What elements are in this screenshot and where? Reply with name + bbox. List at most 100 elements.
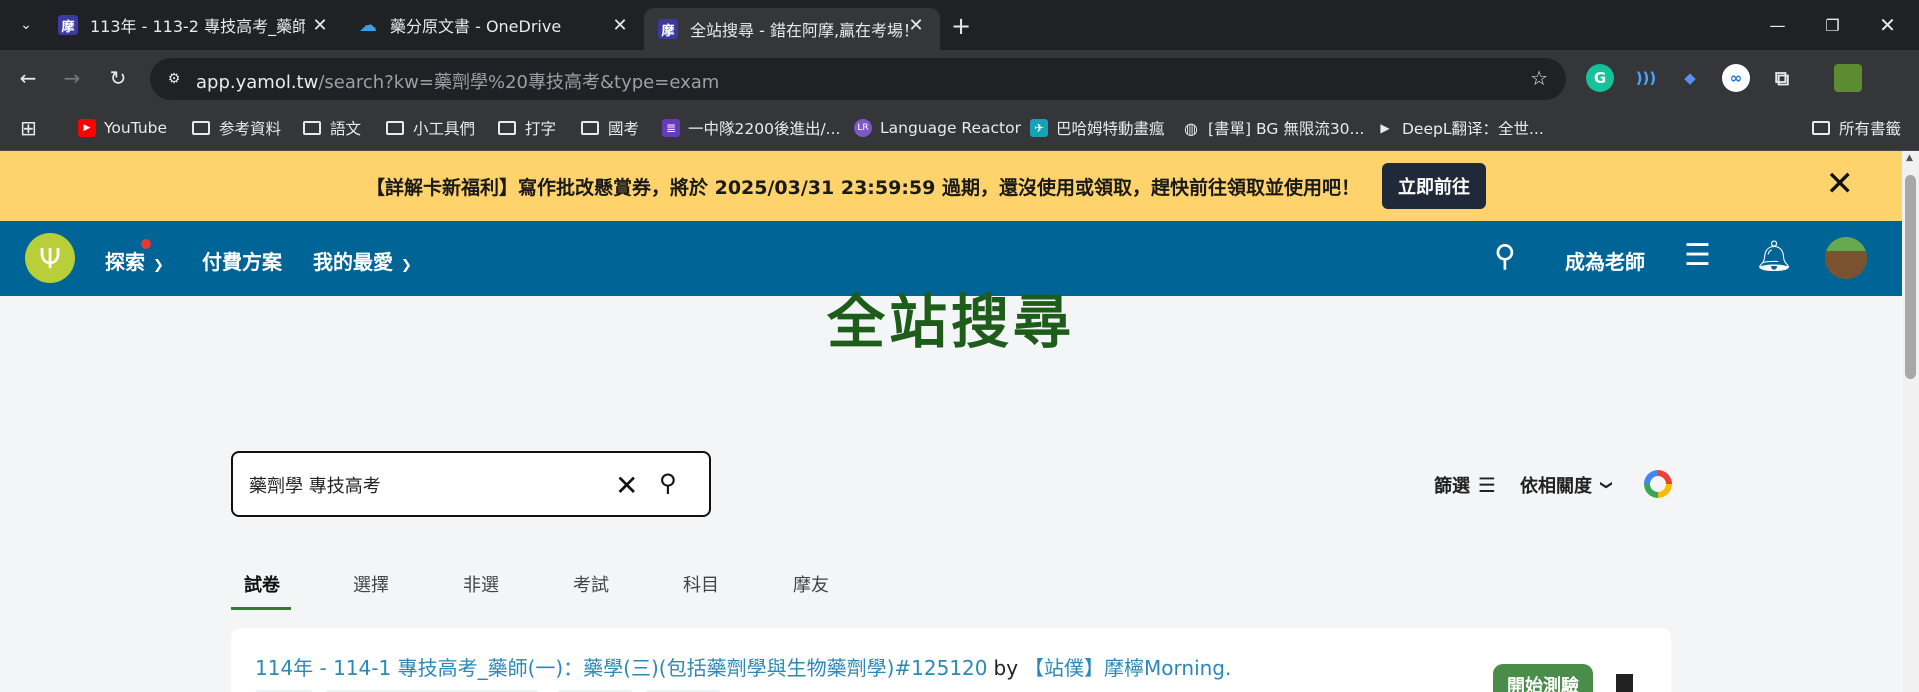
list-menu-icon[interactable]: ☰	[1684, 238, 1711, 273]
list-icon: ≣	[662, 119, 680, 137]
lr-icon: LR	[854, 119, 872, 137]
bookmark-language-reactor[interactable]: LR Language Reactor	[854, 116, 1021, 140]
close-icon[interactable]: ✕	[1826, 167, 1855, 201]
avatar[interactable]	[1825, 237, 1867, 279]
folder-icon	[1812, 121, 1830, 135]
restore-icon[interactable]: ❐	[1805, 0, 1860, 50]
browser-tab-2[interactable]: ☁ 藥分原文書 - OneDrive ✕	[344, 8, 644, 42]
yamol-favicon-icon: 摩	[658, 19, 678, 39]
incognito-mask-icon[interactable]: ∞	[1722, 64, 1750, 92]
tab-exam-papers[interactable]: 試卷	[244, 571, 280, 597]
tab-strip: ⌄ 摩 113年 - 113-2 專技高考_藥師(一 ✕ ☁ 藥分原文書 - O…	[0, 0, 1919, 50]
result-title: 114年 - 114-1 專技高考_藥師(一)：藥學(三)(包括藥劑學與生物藥劑…	[255, 656, 1232, 680]
close-tab-icon[interactable]: ✕	[310, 15, 330, 36]
bookmark-folder-language[interactable]: 語文	[303, 116, 361, 140]
notification-dot	[141, 239, 151, 249]
tab-subjects[interactable]: 科目	[683, 571, 719, 597]
scrollbar-thumb[interactable]	[1905, 175, 1916, 379]
google-icon[interactable]	[1644, 470, 1672, 498]
yamol-favicon-icon: 摩	[58, 15, 78, 35]
bookmark-bahamut[interactable]: ✈ 巴哈姆特動畫瘋	[1030, 116, 1165, 140]
become-teacher-link[interactable]: 成為老師	[1565, 246, 1645, 275]
deepl-icon: ▶	[1380, 121, 1390, 135]
close-window-icon[interactable]: ✕	[1860, 0, 1915, 50]
tab-multiple-choice[interactable]: 選擇	[353, 571, 389, 597]
youtube-icon: ▶	[78, 119, 96, 137]
bookmark-star-icon[interactable]: ☆	[1530, 66, 1548, 90]
tab-search-chevron-icon[interactable]: ⌄	[14, 13, 38, 37]
bookmark-list[interactable]: ≣ 一中隊2200後進出/...	[662, 116, 840, 140]
folder-icon	[498, 121, 516, 135]
search-icon[interactable]: ⚲	[1494, 239, 1516, 274]
page-scrollbar[interactable]: ▲	[1902, 151, 1919, 692]
browser-toolbar: ← → ↻ ⚙ app.yamol.tw/search?kw=藥劑學%20專技高…	[0, 50, 1919, 106]
url-text[interactable]: app.yamol.tw/search?kw=藥劑學%20專技高考&type=e…	[196, 68, 719, 94]
nav-explore[interactable]: 探索 ❯	[105, 246, 164, 275]
web-page: 【詳解卡新福利】寫作批改懸賞券，將於 2025/03/31 23:59:59 過…	[0, 151, 1902, 692]
globe-icon: ◍	[1184, 118, 1198, 138]
tab-title: 113年 - 113-2 專技高考_藥師(一	[90, 17, 305, 36]
chevron-down-icon: ❯	[401, 258, 412, 273]
search-submit-icon[interactable]: ⚲	[659, 469, 677, 497]
extensions-puzzle-icon[interactable]: ⧉	[1768, 64, 1796, 92]
active-tab-indicator	[231, 607, 291, 610]
profile-avatar-icon[interactable]	[1834, 64, 1862, 92]
nav-favorites[interactable]: 我的最愛 ❯	[313, 246, 412, 275]
result-exam-link[interactable]: 114年 - 114-1 專技高考_藥師(一)：藥學(三)(包括藥劑學與生物藥劑…	[255, 656, 988, 680]
forward-arrow-icon[interactable]: →	[58, 64, 86, 92]
bahamut-icon: ✈	[1030, 119, 1048, 137]
bookmark-icon[interactable]	[1616, 674, 1633, 692]
back-arrow-icon[interactable]: ←	[14, 64, 42, 92]
search-box[interactable]: ✕ ⚲	[231, 451, 711, 517]
bookmark-folder-tools[interactable]: 小工具們	[386, 116, 475, 140]
browser-tab-3-active[interactable]: 摩 全站搜尋 - 錯在阿摩,贏在考場！ ✕	[644, 8, 940, 50]
search-input[interactable]	[249, 472, 589, 498]
filter-lines-icon: ☰	[1478, 473, 1496, 497]
address-bar[interactable]: ⚙ app.yamol.tw/search?kw=藥劑學%20專技高考&type…	[150, 58, 1566, 100]
folder-icon	[192, 121, 210, 135]
tab-friends[interactable]: 摩友	[793, 571, 829, 597]
bookmark-folder-typing[interactable]: 打字	[498, 116, 556, 140]
chevron-down-icon: ❯	[1600, 479, 1615, 491]
start-test-button[interactable]: 開始測驗	[1493, 664, 1593, 692]
banner-go-button[interactable]: 立即前往	[1382, 163, 1486, 209]
scroll-up-icon[interactable]: ▲	[1906, 153, 1913, 163]
bell-icon[interactable]: 🔔︎	[1755, 239, 1793, 274]
bookmark-youtube[interactable]: ▶ YouTube	[78, 116, 167, 140]
tab-title: 藥分原文書 - OneDrive	[390, 17, 562, 36]
sort-dropdown[interactable]: 依相關度 ❯	[1520, 472, 1615, 498]
clear-search-icon[interactable]: ✕	[615, 469, 638, 502]
tab-non-choice[interactable]: 非選	[463, 571, 499, 597]
folder-icon	[386, 121, 404, 135]
extension-blue-icon[interactable]: ◆	[1676, 64, 1704, 92]
promo-banner: 【詳解卡新福利】寫作批改懸賞券，將於 2025/03/31 23:59:59 過…	[0, 151, 1902, 221]
bookmark-booklist[interactable]: ◍ [書單] BG 無限流30...	[1182, 116, 1364, 140]
nav-plans[interactable]: 付費方案	[202, 246, 282, 275]
browser-chrome: ⌄ 摩 113年 - 113-2 專技高考_藥師(一 ✕ ☁ 藥分原文書 - O…	[0, 0, 1919, 151]
close-tab-icon[interactable]: ✕	[610, 15, 630, 36]
browser-tab-1[interactable]: 摩 113年 - 113-2 專技高考_藥師(一 ✕	[44, 8, 344, 42]
bookmark-folder-exam[interactable]: 國考	[581, 116, 639, 140]
chevron-down-icon: ❯	[153, 258, 164, 273]
all-bookmarks[interactable]: 所有書籤	[1812, 116, 1901, 140]
bookmark-deepl[interactable]: ▶ DeepL翻译：全世...	[1376, 116, 1543, 140]
tab-exams[interactable]: 考試	[573, 571, 609, 597]
page-title: 全站搜尋	[826, 288, 1075, 356]
folder-icon	[581, 121, 599, 135]
filter-button[interactable]: 篩選 ☰	[1434, 472, 1496, 498]
folder-icon	[303, 121, 321, 135]
bookmark-folder-references[interactable]: 参考資料	[192, 116, 281, 140]
tab-title: 全站搜尋 - 錯在阿摩,贏在考場！	[690, 21, 915, 40]
onedrive-favicon-icon: ☁	[359, 14, 377, 36]
read-aloud-icon[interactable]: )))	[1632, 64, 1660, 92]
site-info-icon[interactable]: ⚙	[162, 67, 186, 91]
new-tab-button[interactable]: +	[948, 12, 974, 40]
bookmarks-bar: ⊞ ▶ YouTube 参考資料 語文 小工具們 打字 國考 ≣ 一中隊2200後進…	[0, 106, 1919, 151]
result-author-link[interactable]: 【站僕】摩檸Morning.	[1024, 656, 1231, 680]
reload-icon[interactable]: ↻	[104, 64, 132, 92]
result-card: 114年 - 114-1 專技高考_藥師(一)：藥學(三)(包括藥劑學與生物藥劑…	[231, 628, 1671, 692]
close-tab-icon[interactable]: ✕	[906, 15, 926, 36]
minimize-icon[interactable]: —	[1750, 0, 1805, 50]
apps-grid-icon[interactable]: ⊞	[20, 116, 37, 140]
grammarly-icon[interactable]: G	[1586, 64, 1614, 92]
